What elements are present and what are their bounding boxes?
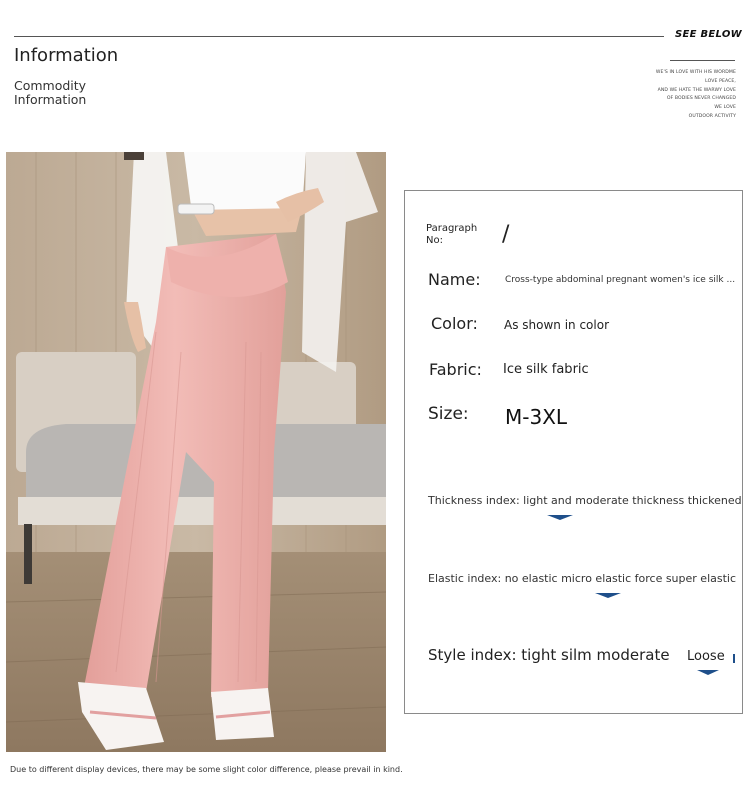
header-rule [14,36,664,37]
poem-line: WE LOVE [714,105,736,111]
see-below-rule [670,60,735,61]
product-photo [6,152,386,752]
thickness-index: Thickness index: light and moderate thic… [428,494,742,507]
subtitle-line-2: Information [14,92,87,107]
poem-line: WE'S IN LOVE WITH HIS WORDME [655,70,736,75]
paragraph-no-value: / [502,222,510,247]
poem-line: LOVE PEACE, [705,78,736,84]
style-index: Style index: tight silm moderate [428,646,670,664]
paragraph-no-label: Paragraph No: [426,223,478,246]
style-marker-icon [697,670,719,675]
fabric-label: Fabric: [429,360,482,379]
info-card [404,190,743,714]
size-label: Size: [428,404,469,424]
style-tick-icon [733,654,735,663]
thickness-marker-icon [547,515,573,520]
name-value: Cross-type abdominal pregnant women's ic… [505,275,736,285]
decorative-poem: WE'S IN LOVE WITH HIS WORDME LOVE PEACE,… [626,69,736,122]
name-label: Name: [428,270,481,289]
elastic-index: Elastic index: no elastic micro elastic … [428,572,737,585]
page-title: Information [14,45,119,66]
product-photo-illustration [6,152,386,752]
see-below-label: SEE BELOW [674,29,742,40]
color-label: Color: [431,314,478,333]
footer-note: Due to different display devices, there … [10,765,403,774]
page-subtitle: Commodity Information [14,79,114,107]
elastic-marker-icon [595,593,621,598]
subtitle-line-1: Commodity [14,78,87,93]
color-value: As shown in color [504,318,610,332]
poem-line: AND WE HATE THE WARWY LOVE [657,87,736,93]
size-value: M-3XL [505,405,568,429]
poem-line: OF BODIES NEVER CHANGED [666,96,736,102]
style-loose-label: Loose [687,649,725,664]
fabric-value: Ice silk fabric [503,362,589,377]
poem-line: OUTDOOR ACTIVITY [688,113,736,119]
